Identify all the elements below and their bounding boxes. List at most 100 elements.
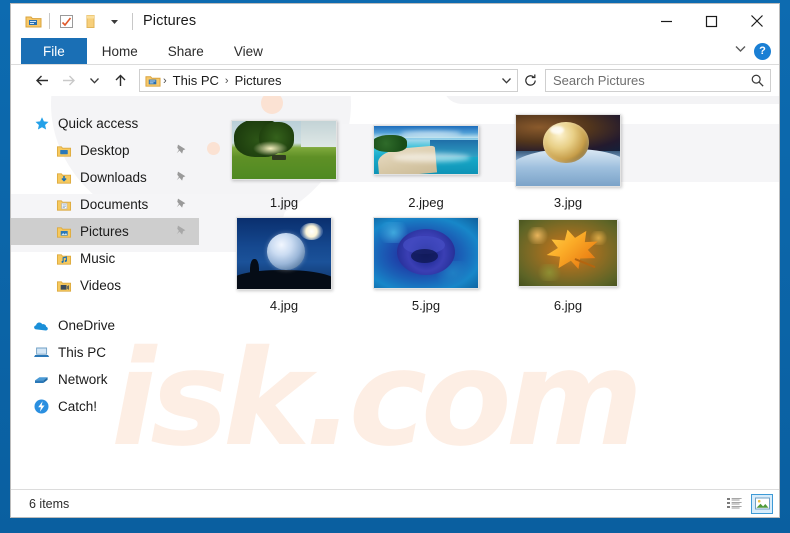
back-button[interactable]: [29, 68, 55, 94]
sidebar-item-videos[interactable]: Videos: [11, 272, 199, 299]
breadcrumb-pictures[interactable]: Pictures: [231, 73, 286, 88]
star-icon: [33, 115, 50, 132]
window-controls: [644, 4, 779, 38]
page-title: Pictures: [143, 13, 197, 29]
pin-icon[interactable]: [174, 143, 187, 156]
sidebar-label: Music: [80, 251, 116, 266]
file-grid: 1.jpg 2.jpeg 3.jpg 4.jpg 5.jpg 6.jpg: [213, 110, 779, 316]
file-item[interactable]: 4.jpg: [213, 213, 355, 316]
minimize-button[interactable]: [644, 4, 689, 38]
tab-view[interactable]: View: [219, 38, 278, 64]
refresh-icon[interactable]: [519, 69, 541, 92]
quick-access-toolbar: [21, 9, 126, 33]
sidebar-item-documents[interactable]: Documents: [11, 191, 199, 218]
file-item[interactable]: 2.jpeg: [355, 110, 497, 213]
thumbnail-wrap: [497, 213, 639, 296]
thumbnail-image-5[interactable]: [373, 217, 479, 289]
breadcrumb-this-pc[interactable]: This PC: [169, 73, 223, 88]
new-folder-icon[interactable]: [78, 9, 102, 33]
file-item[interactable]: 5.jpg: [355, 213, 497, 316]
thumbnail-wrap: [355, 213, 497, 296]
close-button[interactable]: [734, 4, 779, 38]
file-name: 6.jpg: [553, 298, 583, 313]
large-icons-view-button[interactable]: [751, 493, 773, 514]
pin-icon[interactable]: [174, 170, 187, 183]
tab-home[interactable]: Home: [87, 38, 153, 64]
maximize-button[interactable]: [689, 4, 734, 38]
thumbnail-wrap: [213, 213, 355, 296]
customize-chevron-icon[interactable]: [102, 9, 126, 33]
file-name: 1.jpg: [269, 195, 299, 210]
search-box[interactable]: [545, 69, 771, 92]
sidebar-item-network[interactable]: Network: [11, 366, 199, 393]
title-separator: [132, 12, 133, 30]
details-view-button[interactable]: [723, 494, 745, 514]
sidebar-item-this-pc[interactable]: This PC: [11, 339, 199, 366]
chevron-down-icon[interactable]: [733, 41, 748, 61]
search-icon[interactable]: [749, 72, 766, 89]
sidebar-item-catch[interactable]: Catch!: [11, 393, 199, 420]
sidebar-label: Videos: [80, 278, 122, 293]
sidebar-label: Network: [58, 372, 108, 387]
title-bar: Pictures: [11, 4, 779, 38]
properties-icon[interactable]: [54, 9, 78, 33]
file-item[interactable]: 1.jpg: [213, 110, 355, 213]
forward-button[interactable]: [55, 68, 81, 94]
breadcrumb-separator: ›: [163, 74, 167, 87]
sidebar-label: OneDrive: [58, 318, 116, 333]
file-name: 3.jpg: [553, 195, 583, 210]
sidebar-item-music[interactable]: Music: [11, 245, 199, 272]
sidebar-item-downloads[interactable]: Downloads: [11, 164, 199, 191]
help-icon[interactable]: ?: [754, 42, 771, 60]
sidebar-item-desktop[interactable]: Desktop: [11, 137, 199, 164]
sidebar-label: Pictures: [80, 224, 129, 239]
search-input[interactable]: [553, 73, 749, 88]
sidebar-item-pictures[interactable]: Pictures: [11, 218, 199, 245]
folder-pictures-icon: [55, 223, 72, 240]
thumbnail-wrap: [497, 110, 639, 193]
view-toggle-group: [723, 493, 773, 514]
pin-icon[interactable]: [174, 197, 187, 210]
item-count-label: 6 items: [29, 496, 70, 511]
folder-downloads-icon: [55, 169, 72, 186]
breadcrumb-separator: ›: [224, 74, 229, 87]
thumbnail-image-2[interactable]: [373, 125, 479, 175]
thumbnail-image-4[interactable]: [236, 216, 332, 290]
breadcrumb: › This PC › Pictures: [144, 72, 497, 89]
navigation-pane: Quick access Desktop Downloads Documents…: [11, 96, 199, 489]
folder-documents-icon: [55, 196, 72, 213]
sidebar-item-onedrive[interactable]: OneDrive: [11, 312, 199, 339]
tab-file[interactable]: File: [21, 38, 87, 64]
up-button[interactable]: [107, 68, 133, 94]
explorer-body: Quick access Desktop Downloads Documents…: [11, 96, 779, 489]
thumbnail-image-6[interactable]: [518, 219, 618, 287]
sidebar-label: Downloads: [80, 170, 147, 185]
file-item[interactable]: 6.jpg: [497, 213, 639, 316]
sidebar-label: This PC: [58, 345, 107, 360]
file-name: 2.jpeg: [408, 195, 444, 210]
file-item[interactable]: 3.jpg: [497, 110, 639, 213]
sidebar-item-quick-access[interactable]: Quick access: [11, 110, 199, 137]
tab-share[interactable]: Share: [153, 38, 219, 64]
file-name: 4.jpg: [269, 298, 299, 313]
folder-music-icon: [55, 250, 72, 267]
explorer-icon[interactable]: [21, 9, 45, 33]
file-name: 5.jpg: [411, 298, 441, 313]
catch-icon: [33, 398, 50, 415]
ribbon-tab-bar: File Home Share View ?: [11, 38, 779, 65]
sidebar-label: Documents: [80, 197, 149, 212]
address-dropdown-icon[interactable]: [497, 74, 515, 87]
address-bar[interactable]: › This PC › Pictures: [139, 69, 518, 92]
thumbnail-image-1[interactable]: [231, 120, 337, 180]
network-icon: [33, 371, 50, 388]
sidebar-label: Desktop: [80, 143, 130, 158]
ribbon-right-controls: ?: [733, 38, 779, 64]
file-list-pane[interactable]: 1.jpg 2.jpeg 3.jpg 4.jpg 5.jpg 6.jpg: [199, 96, 779, 489]
thumbnail-image-3[interactable]: [515, 113, 621, 187]
recent-locations-icon[interactable]: [81, 68, 107, 94]
thumbnail-wrap: [213, 110, 355, 193]
folder-videos-icon: [55, 277, 72, 294]
breadcrumb-explorer-icon[interactable]: [144, 72, 161, 89]
pin-icon[interactable]: [174, 224, 187, 237]
status-bar: 6 items: [11, 489, 779, 517]
